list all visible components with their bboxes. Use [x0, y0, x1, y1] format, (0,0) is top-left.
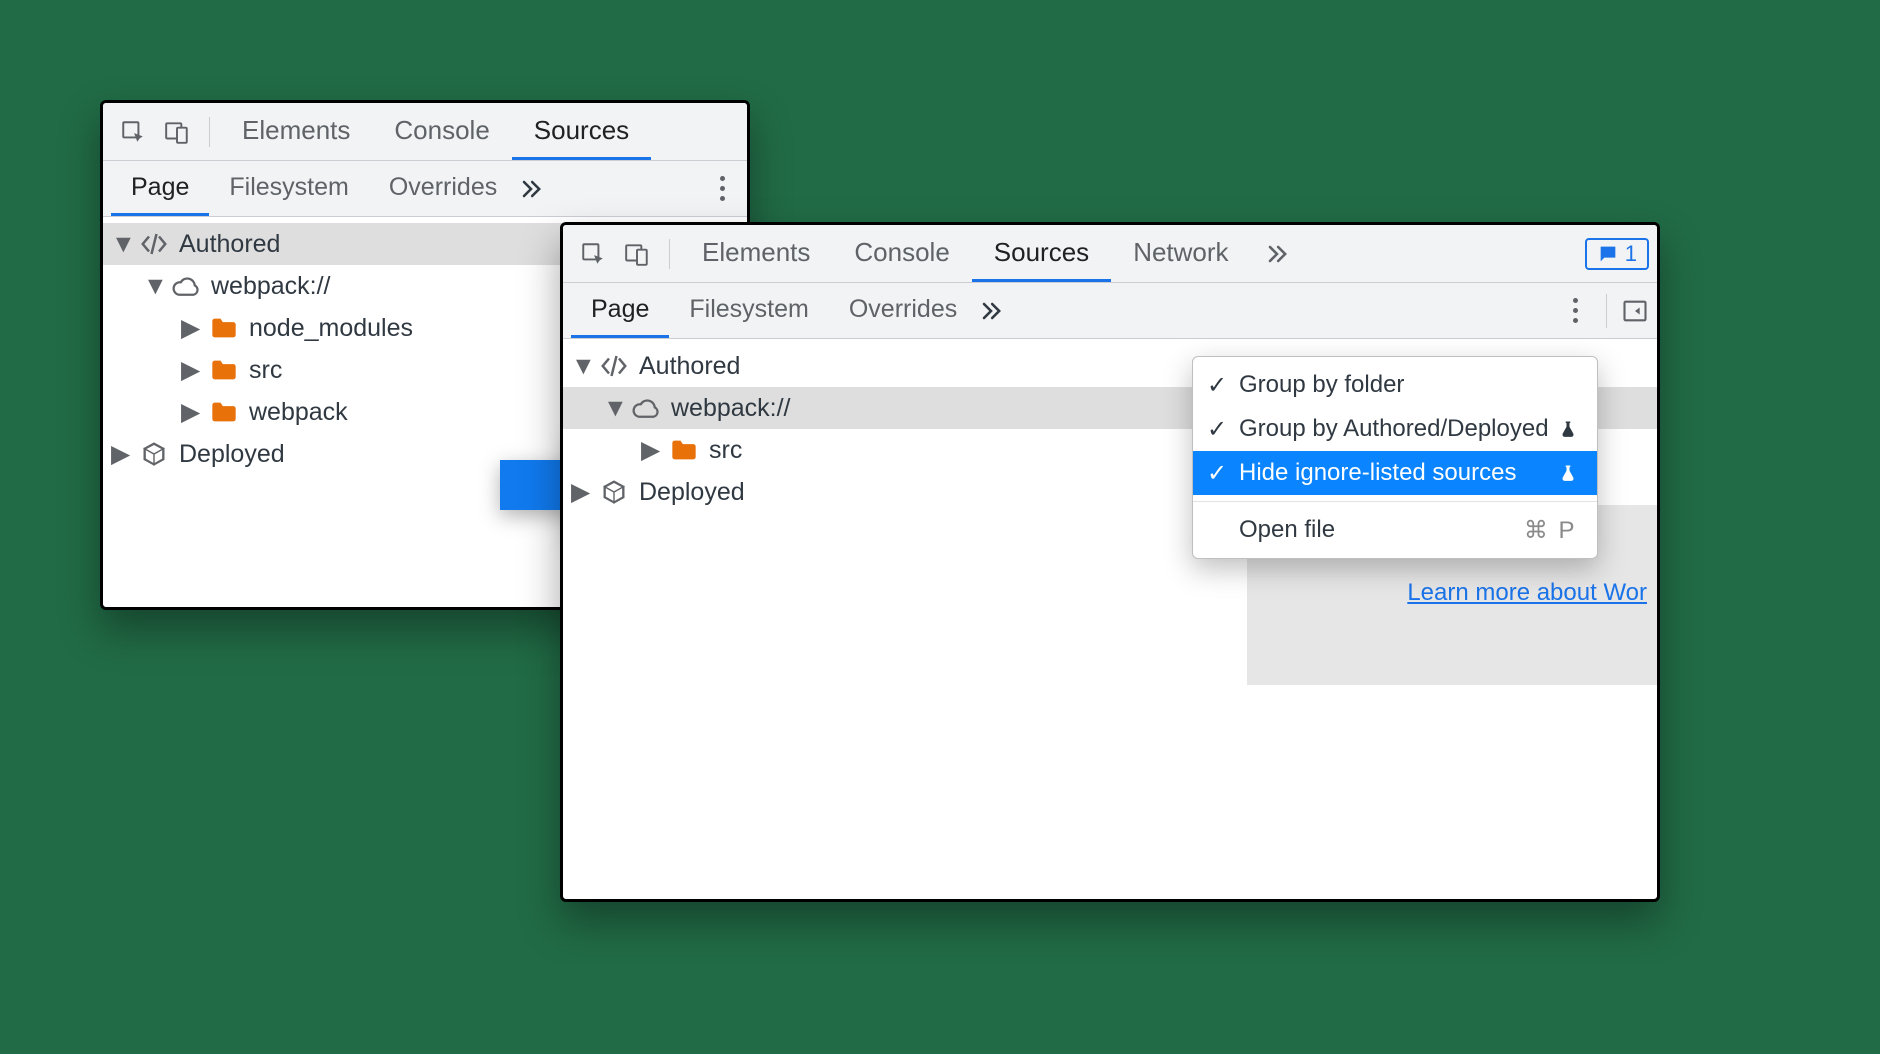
- top-toolbar: Elements Console Sources: [103, 103, 747, 161]
- menu-item-open-file[interactable]: Open file ⌘ P: [1193, 508, 1597, 552]
- top-toolbar: Elements Console Sources Network 1: [563, 225, 1657, 283]
- disclosure-down-icon: ▼: [571, 352, 589, 381]
- cloud-icon: [169, 274, 203, 298]
- disclosure-right-icon: ▶: [641, 435, 659, 465]
- experiment-flask-icon: [1559, 420, 1577, 438]
- tree-node-label: webpack: [249, 398, 348, 427]
- folder-icon: [207, 358, 241, 382]
- more-tabs-icon[interactable]: [1251, 240, 1303, 268]
- folder-icon: [207, 316, 241, 340]
- tree-node-label: src: [709, 436, 742, 465]
- tree-node-label: webpack://: [211, 272, 331, 301]
- devtools-window-right: Elements Console Sources Network 1 Page …: [560, 222, 1660, 902]
- checkmark-icon: ✓: [1205, 415, 1229, 444]
- menu-separator: [1193, 501, 1597, 502]
- disclosure-down-icon: ▼: [603, 394, 621, 423]
- tree-node-label: Deployed: [179, 440, 285, 469]
- menu-item-label: Hide ignore-listed sources: [1239, 459, 1549, 487]
- issues-count: 1: [1625, 241, 1637, 267]
- more-tabs-icon[interactable]: [517, 175, 545, 203]
- tree-node-label: node_modules: [249, 314, 413, 343]
- disclosure-right-icon: ▶: [181, 313, 199, 343]
- kebab-menu-icon[interactable]: [1559, 298, 1592, 323]
- panel-collapse-icon[interactable]: [1621, 297, 1649, 325]
- subtab-filesystem[interactable]: Filesystem: [209, 161, 368, 216]
- sources-subtoolbar: Page Filesystem Overrides: [103, 161, 747, 217]
- device-toggle-icon[interactable]: [617, 234, 657, 274]
- tree-node-label: Deployed: [639, 478, 745, 507]
- tree-node-label: Authored: [179, 230, 280, 259]
- menu-item-group-by-folder[interactable]: ✓ Group by folder: [1193, 363, 1597, 407]
- subtab-page[interactable]: Page: [111, 161, 209, 216]
- menu-item-label: Open file: [1239, 516, 1514, 544]
- disclosure-down-icon: ▼: [143, 272, 161, 301]
- tab-network[interactable]: Network: [1111, 225, 1250, 282]
- tree-node-label: src: [249, 356, 282, 385]
- disclosure-right-icon: ▶: [181, 355, 199, 385]
- menu-item-shortcut: ⌘ P: [1524, 516, 1577, 545]
- disclosure-right-icon: ▶: [181, 397, 199, 427]
- inspect-icon[interactable]: [573, 234, 613, 274]
- inspect-icon[interactable]: [113, 112, 153, 152]
- cube-icon: [137, 440, 171, 468]
- cube-icon: [597, 478, 631, 506]
- toolbar-divider: [209, 117, 210, 147]
- disclosure-down-icon: ▼: [111, 230, 129, 259]
- sources-context-menu: ✓ Group by folder ✓ Group by Authored/De…: [1192, 356, 1598, 559]
- toolbar-divider: [1606, 294, 1607, 328]
- tree-node-label: webpack://: [671, 394, 791, 423]
- checkmark-icon: ✓: [1205, 459, 1229, 488]
- code-brackets-icon: [597, 351, 631, 381]
- device-toggle-icon[interactable]: [157, 112, 197, 152]
- code-brackets-icon: [137, 229, 171, 259]
- subtab-overrides[interactable]: Overrides: [829, 283, 977, 338]
- tab-elements[interactable]: Elements: [680, 225, 832, 282]
- disclosure-right-icon: ▶: [111, 439, 129, 469]
- menu-item-hide-ignore-listed[interactable]: ✓ Hide ignore-listed sources: [1193, 451, 1597, 495]
- tab-console[interactable]: Console: [832, 225, 971, 282]
- learn-more-link[interactable]: Learn more about Wor: [1407, 579, 1647, 607]
- disclosure-right-icon: ▶: [571, 477, 589, 507]
- more-tabs-icon[interactable]: [977, 297, 1005, 325]
- sources-subtoolbar: Page Filesystem Overrides: [563, 283, 1657, 339]
- checkmark-icon: ✓: [1205, 371, 1229, 400]
- experiment-flask-icon: [1559, 464, 1577, 482]
- subtab-page[interactable]: Page: [571, 283, 669, 338]
- menu-item-group-authored-deployed[interactable]: ✓ Group by Authored/Deployed: [1193, 407, 1597, 451]
- menu-item-label: Group by Authored/Deployed: [1239, 415, 1549, 443]
- folder-icon: [667, 438, 701, 462]
- tree-node-label: Authored: [639, 352, 740, 381]
- kebab-menu-icon[interactable]: [706, 176, 739, 201]
- tab-sources[interactable]: Sources: [972, 225, 1111, 282]
- tab-elements[interactable]: Elements: [220, 103, 372, 160]
- tab-sources[interactable]: Sources: [512, 103, 651, 160]
- issues-indicator[interactable]: 1: [1585, 238, 1649, 270]
- cloud-icon: [629, 396, 663, 420]
- subtab-filesystem[interactable]: Filesystem: [669, 283, 828, 338]
- toolbar-divider: [669, 239, 670, 269]
- subtab-overrides[interactable]: Overrides: [369, 161, 517, 216]
- tab-console[interactable]: Console: [372, 103, 511, 160]
- menu-item-label: Group by folder: [1239, 371, 1577, 399]
- folder-icon: [207, 400, 241, 424]
